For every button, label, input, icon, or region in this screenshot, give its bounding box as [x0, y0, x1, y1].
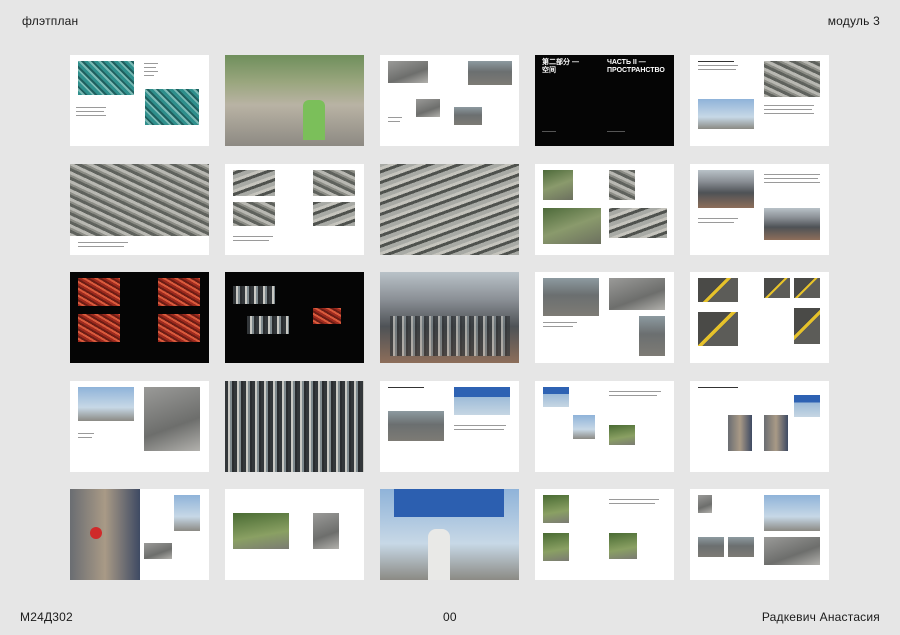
spread-04-divider[interactable]: 第二部分 — 空间 ЧАСТЬ II — ПРОСТРАНСТВО [535, 55, 674, 146]
spread-11[interactable] [70, 272, 209, 363]
photo-junction-4 [313, 201, 355, 226]
header-left-label: флэтплан [22, 14, 79, 28]
spread-25[interactable] [690, 489, 829, 580]
photo-tree-sign [233, 513, 289, 549]
spread-16[interactable] [70, 380, 209, 472]
spread-08[interactable] [380, 163, 519, 255]
photo-yellow-1 [698, 278, 738, 302]
photo-small-sign-2 [313, 513, 339, 549]
photo-marking-3 [639, 316, 665, 356]
photo-red-4 [158, 314, 200, 342]
header-right-label: модуль 3 [827, 14, 880, 28]
photo-sign-5 [609, 424, 635, 445]
spread-07[interactable] [225, 163, 364, 255]
photo-highway [764, 61, 820, 97]
photo-interchange [70, 163, 209, 236]
photo-crossing-2 [144, 386, 200, 451]
footer-author: Радкевич Анастасия [761, 610, 880, 624]
spread-20[interactable] [690, 380, 829, 472]
photo-marking-2 [609, 278, 665, 310]
spread-10[interactable] [690, 163, 829, 255]
photo-night-2 [313, 308, 341, 324]
spread-12[interactable] [225, 272, 364, 363]
photo-marking-1 [543, 278, 599, 316]
spread-15[interactable] [690, 272, 829, 363]
photo-trees-1 [543, 495, 569, 523]
photo-junction-1 [233, 169, 275, 196]
photo-sign-3 [543, 386, 569, 407]
photo-traffic-2 [764, 207, 820, 240]
photo-cyclist [225, 55, 364, 146]
photo-signal [698, 495, 712, 513]
photo-sign-8 [764, 414, 788, 451]
photo-bridge [698, 99, 754, 129]
photo-junction-2 [313, 169, 355, 196]
photo-yellow-2 [764, 278, 790, 298]
photo-street-2 [468, 61, 512, 85]
photo-inter-4 [609, 207, 667, 238]
spread-02[interactable] [225, 55, 364, 146]
photo-crosswalk-person [174, 495, 200, 531]
photo-night-3 [247, 316, 289, 334]
spread-24[interactable] [535, 489, 674, 580]
photo-road-3 [764, 537, 820, 565]
photo-traffic-1 [698, 169, 754, 208]
spread-05[interactable] [690, 55, 829, 146]
photo-red-1 [78, 278, 120, 306]
divider-title-right: ЧАСТЬ II — ПРОСТРАНСТВО [607, 59, 665, 74]
photo-sign-1 [454, 386, 510, 415]
photo-street-3 [416, 99, 440, 117]
flatplan-grid: 第二部分 — 空间 ЧАСТЬ II — ПРОСТРАНСТВО [70, 55, 830, 581]
photo-street-1 [388, 61, 428, 83]
photo-crossing-1 [78, 386, 134, 421]
photo-yellow-4 [698, 312, 738, 346]
spread-14[interactable] [535, 272, 674, 363]
photo-red-2 [158, 278, 200, 306]
spread-23[interactable] [380, 489, 519, 580]
divider-title-left: 第二部分 — 空间 [542, 59, 579, 74]
photo-inter-1 [543, 169, 573, 200]
spread-19[interactable] [535, 380, 674, 472]
photo-bus-traffic [225, 380, 364, 472]
photo-road-1 [698, 537, 724, 557]
spread-06[interactable] [70, 163, 209, 255]
photo-inter-3 [543, 207, 601, 244]
photo-sign-4 [573, 414, 595, 439]
spread-21[interactable] [70, 489, 209, 580]
spread-13[interactable] [380, 272, 519, 363]
spread-18[interactable] [380, 380, 519, 472]
photo-road-2 [728, 537, 754, 557]
photo-sign-7 [728, 414, 752, 451]
photo-junction-3 [233, 201, 275, 226]
photo-street-4 [454, 107, 482, 125]
spread-09[interactable] [535, 163, 674, 255]
photo-inter-2 [609, 169, 635, 200]
photo-yellow-5 [794, 308, 820, 344]
photo-sign-6 [794, 394, 820, 417]
photo-trees-2 [543, 533, 569, 561]
footer-page-number: 00 [443, 610, 457, 624]
spread-03[interactable] [380, 55, 519, 146]
photo-trees-3 [609, 533, 637, 559]
photo-yellow-3 [794, 278, 820, 298]
photo-overpass [380, 163, 519, 255]
footer-left-label: М24Д302 [20, 610, 73, 624]
photo-no-entry [70, 489, 140, 580]
photo-intersection [764, 495, 820, 531]
photo-night-1 [233, 286, 275, 304]
spread-17[interactable] [225, 380, 364, 472]
spread-01[interactable] [70, 55, 209, 146]
photo-bikes [78, 61, 134, 95]
spread-22[interactable] [225, 489, 364, 580]
photo-sign-2 [388, 410, 444, 441]
photo-red-3 [78, 314, 120, 342]
photo-bike-station [145, 89, 199, 125]
photo-small-sign [144, 543, 172, 559]
